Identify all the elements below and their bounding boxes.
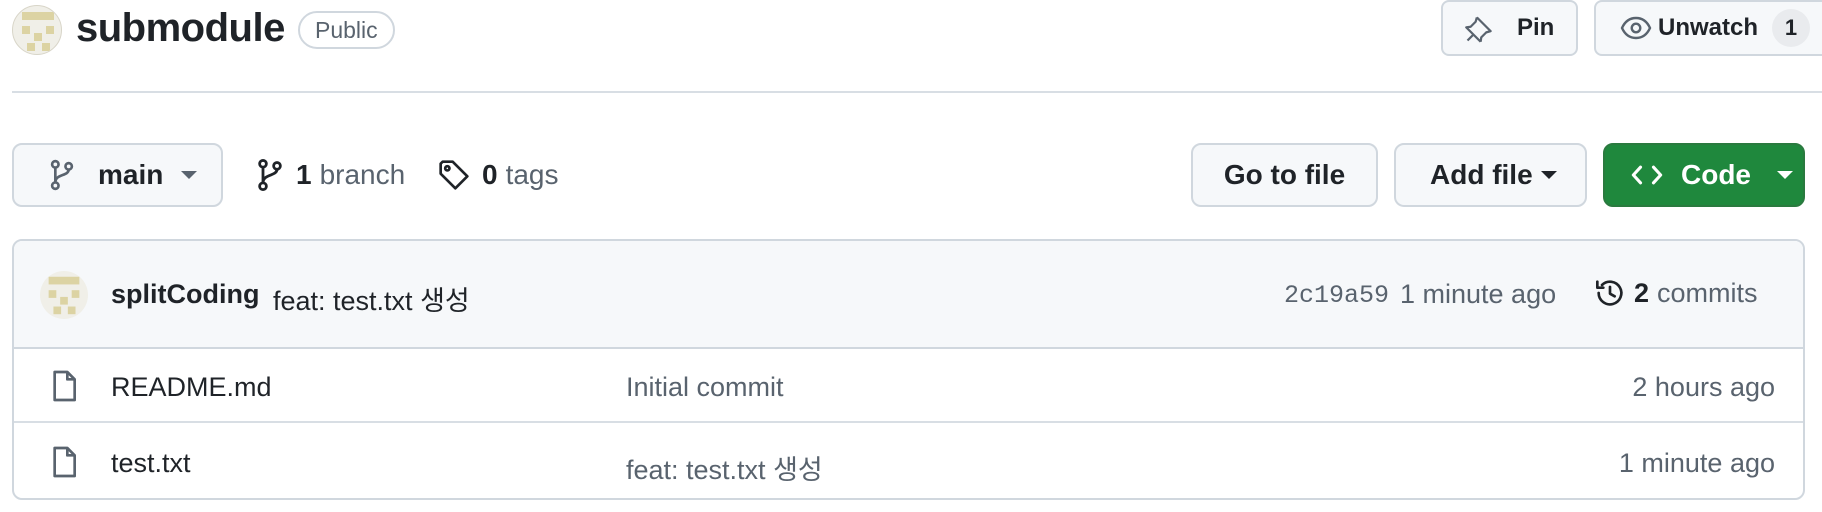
- identicon-image: [48, 276, 80, 315]
- branch-name: main: [98, 159, 164, 190]
- file-list-box: splitCoding feat: test.txt 생성 2c19a59 1 …: [12, 239, 1805, 500]
- go-to-file-label: Go to file: [1223, 159, 1346, 190]
- identicon-image: [22, 12, 54, 51]
- tags-link[interactable]: 0 tags: [438, 156, 559, 194]
- history-icon: [1596, 280, 1623, 306]
- code-label: Code: [1681, 159, 1751, 190]
- tag-word: tags: [505, 159, 559, 190]
- tag-count: 0: [482, 159, 498, 190]
- file-name[interactable]: README.md: [111, 372, 272, 403]
- file-row[interactable]: test.txt feat: test.txt 생성 1 minute ago: [14, 425, 1803, 498]
- commit-word: commits: [1657, 277, 1758, 308]
- branch-count: 1: [296, 159, 312, 190]
- repo-name[interactable]: submodule: [76, 6, 285, 51]
- watch-count-badge: 1: [1772, 9, 1811, 47]
- eye-icon: [1620, 16, 1652, 40]
- repo-header: submodule Public Pin Unwatch 1: [0, 0, 1822, 93]
- visibility-badge: Public: [298, 11, 395, 49]
- add-file-label: Add file: [1430, 159, 1533, 190]
- file-commit-message[interactable]: Initial commit: [626, 372, 784, 403]
- branch-word: branch: [319, 159, 406, 190]
- latest-commit-bar: splitCoding feat: test.txt 생성 2c19a59 1 …: [14, 241, 1803, 349]
- unwatch-label: Unwatch: [1658, 14, 1759, 41]
- chevron-down-icon: [181, 171, 198, 179]
- commit-count: 2: [1634, 277, 1650, 308]
- chevron-down-icon: [1540, 171, 1557, 179]
- branches-link[interactable]: 1 branch: [256, 156, 405, 194]
- commit-author[interactable]: splitCoding: [111, 279, 259, 310]
- branch-selector-button[interactable]: main: [12, 143, 223, 207]
- commits-history-link[interactable]: 2 commits: [1594, 273, 1758, 313]
- commit-author-avatar[interactable]: [40, 271, 88, 319]
- chevron-down-icon: [1777, 171, 1793, 179]
- code-button[interactable]: Code: [1603, 143, 1805, 207]
- tag-icon: [439, 160, 469, 190]
- commit-age: 1 minute ago: [1400, 279, 1557, 309]
- file-age: 2 hours ago: [1632, 372, 1775, 402]
- pin-button[interactable]: Pin: [1441, 0, 1578, 56]
- add-file-button[interactable]: Add file: [1394, 143, 1587, 207]
- go-to-file-button[interactable]: Go to file: [1191, 143, 1378, 207]
- git-branch-icon: [50, 159, 74, 191]
- git-branch-icon: [258, 159, 282, 191]
- unwatch-button[interactable]: Unwatch 1: [1594, 0, 1822, 56]
- commit-message[interactable]: feat: test.txt 생성: [273, 279, 470, 318]
- file-icon: [53, 370, 76, 402]
- header-divider: [12, 91, 1822, 93]
- owner-avatar[interactable]: [12, 5, 62, 55]
- pin-icon: [1465, 16, 1492, 43]
- commit-sha[interactable]: 2c19a59: [1284, 281, 1389, 310]
- file-row[interactable]: README.md Initial commit 2 hours ago: [14, 349, 1803, 423]
- pin-label: Pin: [1517, 14, 1555, 41]
- file-icon: [53, 446, 76, 478]
- file-age: 1 minute ago: [1618, 448, 1775, 478]
- code-icon: [1631, 165, 1663, 185]
- file-commit-message[interactable]: feat: test.txt 생성: [626, 448, 823, 487]
- file-name[interactable]: test.txt: [111, 448, 191, 479]
